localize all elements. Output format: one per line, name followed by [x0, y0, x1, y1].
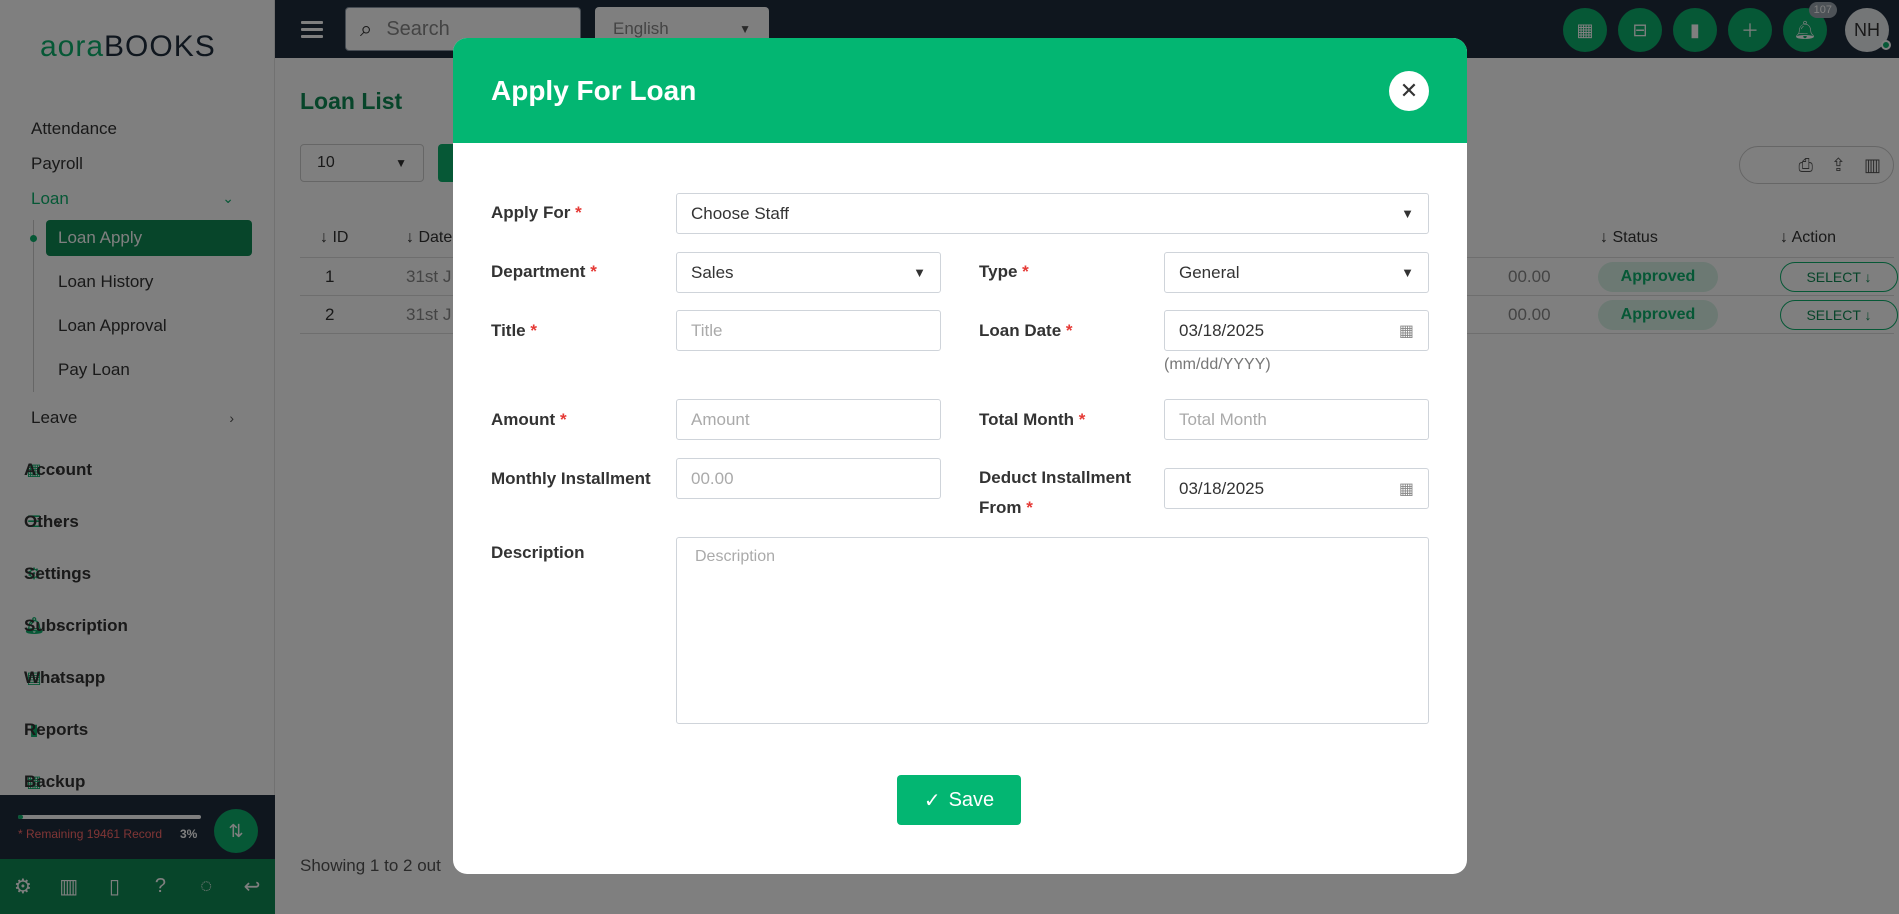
label-text: Department [491, 262, 586, 281]
apply-for-select[interactable]: Choose Staff ▼ [676, 193, 1429, 234]
label-text: Deduct Installment [979, 468, 1132, 487]
amount-placeholder: Amount [691, 409, 750, 429]
required-mark: * [559, 410, 567, 429]
chevron-down-icon: ▼ [913, 265, 926, 280]
title-label: Title * [491, 321, 537, 341]
label-text: Description [491, 543, 585, 562]
monthly-installment-input[interactable]: 00.00 [676, 458, 941, 499]
required-mark: * [530, 321, 537, 340]
required-mark: * [1065, 321, 1073, 340]
chevron-down-icon: ▼ [1401, 265, 1414, 280]
label-text: Monthly Installment [491, 469, 651, 488]
label-text: Type [979, 262, 1018, 281]
required-mark: * [1078, 410, 1086, 429]
monthly-installment-label: Monthly Installment [491, 469, 651, 489]
loan-date-label: Loan Date * [979, 321, 1073, 341]
save-button[interactable]: ✓ Save [897, 775, 1021, 825]
total-month-input[interactable]: Total Month [1164, 399, 1429, 440]
calendar-icon[interactable]: ▦ [1399, 321, 1414, 341]
deduct-installment-label: Deduct Installment From * [979, 463, 1131, 523]
required-mark: * [1022, 262, 1029, 281]
amount-label: Amount * [491, 410, 567, 430]
type-value: General [1179, 262, 1240, 282]
chevron-down-icon: ▼ [1401, 206, 1414, 221]
label-text: Loan Date [979, 321, 1062, 340]
description-placeholder: Description [695, 548, 776, 565]
description-label: Description [491, 543, 585, 563]
label-text: Apply For [491, 203, 571, 222]
date-format-hint: (mm/dd/YYYY) [1164, 356, 1271, 373]
required-mark: * [1026, 498, 1033, 517]
type-label: Type * [979, 262, 1029, 282]
department-select[interactable]: Sales ▼ [676, 252, 941, 293]
deduct-from-date-input[interactable]: 03/18/2025 ▦ [1164, 468, 1429, 509]
calendar-icon[interactable]: ▦ [1399, 479, 1414, 499]
required-mark: * [575, 203, 582, 222]
description-textarea[interactable]: Description [676, 537, 1429, 724]
department-label: Department * [491, 262, 597, 282]
total-month-placeholder: Total Month [1179, 409, 1267, 429]
amount-input[interactable]: Amount [676, 399, 941, 440]
modal-header: Apply For Loan ✕ [453, 38, 1467, 143]
label-text: From [979, 498, 1022, 517]
title-placeholder: Title [691, 320, 723, 340]
label-text: Amount [491, 410, 556, 429]
app-root: aoraBOOKS Attendance Payroll Loan ⌄ Loan… [0, 0, 1899, 914]
label-text: Title [491, 321, 526, 340]
save-label: Save [948, 788, 995, 811]
loan-date-input[interactable]: 03/18/2025 ▦ [1164, 310, 1429, 351]
total-month-label: Total Month * [979, 410, 1085, 430]
title-input[interactable]: Title [676, 310, 941, 351]
deduct-from-value: 03/18/2025 [1179, 478, 1265, 498]
check-icon: ✓ [923, 789, 941, 812]
modal-title: Apply For Loan [491, 74, 697, 106]
apply-for-value: Choose Staff [691, 203, 789, 223]
close-icon[interactable]: ✕ [1389, 71, 1429, 111]
apply-for-label: Apply For * [491, 203, 582, 223]
type-select[interactable]: General ▼ [1164, 252, 1429, 293]
apply-loan-modal: Apply For Loan ✕ Apply For * Choose Staf… [453, 38, 1467, 874]
label-text: Total Month [979, 410, 1075, 429]
monthly-installment-placeholder: 00.00 [691, 468, 734, 488]
department-value: Sales [691, 262, 734, 282]
loan-date-value: 03/18/2025 [1179, 320, 1265, 340]
required-mark: * [590, 262, 597, 281]
